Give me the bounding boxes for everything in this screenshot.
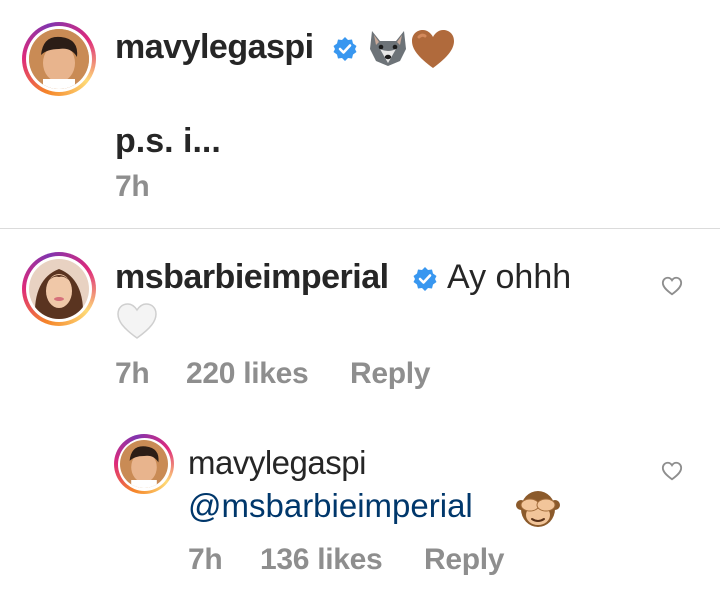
verified-badge-icon <box>413 267 437 291</box>
brown-heart-emoji <box>412 30 454 68</box>
caption-timestamp: 7h <box>115 170 150 203</box>
avatar[interactable] <box>22 252 96 326</box>
reply-timestamp: 7h <box>188 543 223 576</box>
reply-reply-button[interactable]: Reply <box>424 543 505 577</box>
avatar-photo <box>29 259 89 319</box>
comment-username[interactable]: msbarbieimperial <box>115 258 389 297</box>
caption-text: p.s. i... <box>115 122 221 160</box>
caption-username[interactable]: mavylegaspi <box>115 28 314 67</box>
comment-text: Ay ohhh <box>447 258 572 296</box>
verified-badge-icon <box>333 37 357 61</box>
avatar-photo <box>29 29 89 89</box>
wolf-emoji <box>370 31 406 66</box>
avatar[interactable] <box>22 22 96 96</box>
reply-mention-link[interactable]: @msbarbieimperial <box>188 487 473 525</box>
avatar-photo <box>120 440 168 488</box>
white-heart-emoji <box>117 303 157 339</box>
reply-username[interactable]: mavylegaspi <box>188 444 366 482</box>
comment-like-count[interactable]: 220 likes <box>186 357 309 391</box>
like-heart-icon[interactable] <box>661 275 683 297</box>
avatar[interactable] <box>114 434 174 494</box>
like-heart-icon[interactable] <box>661 460 683 482</box>
comment-timestamp: 7h <box>115 357 150 390</box>
divider <box>0 228 720 229</box>
reply-like-count[interactable]: 136 likes <box>260 543 383 577</box>
comment-reply-button[interactable]: Reply <box>350 357 431 391</box>
see-no-evil-monkey-emoji <box>516 491 560 527</box>
